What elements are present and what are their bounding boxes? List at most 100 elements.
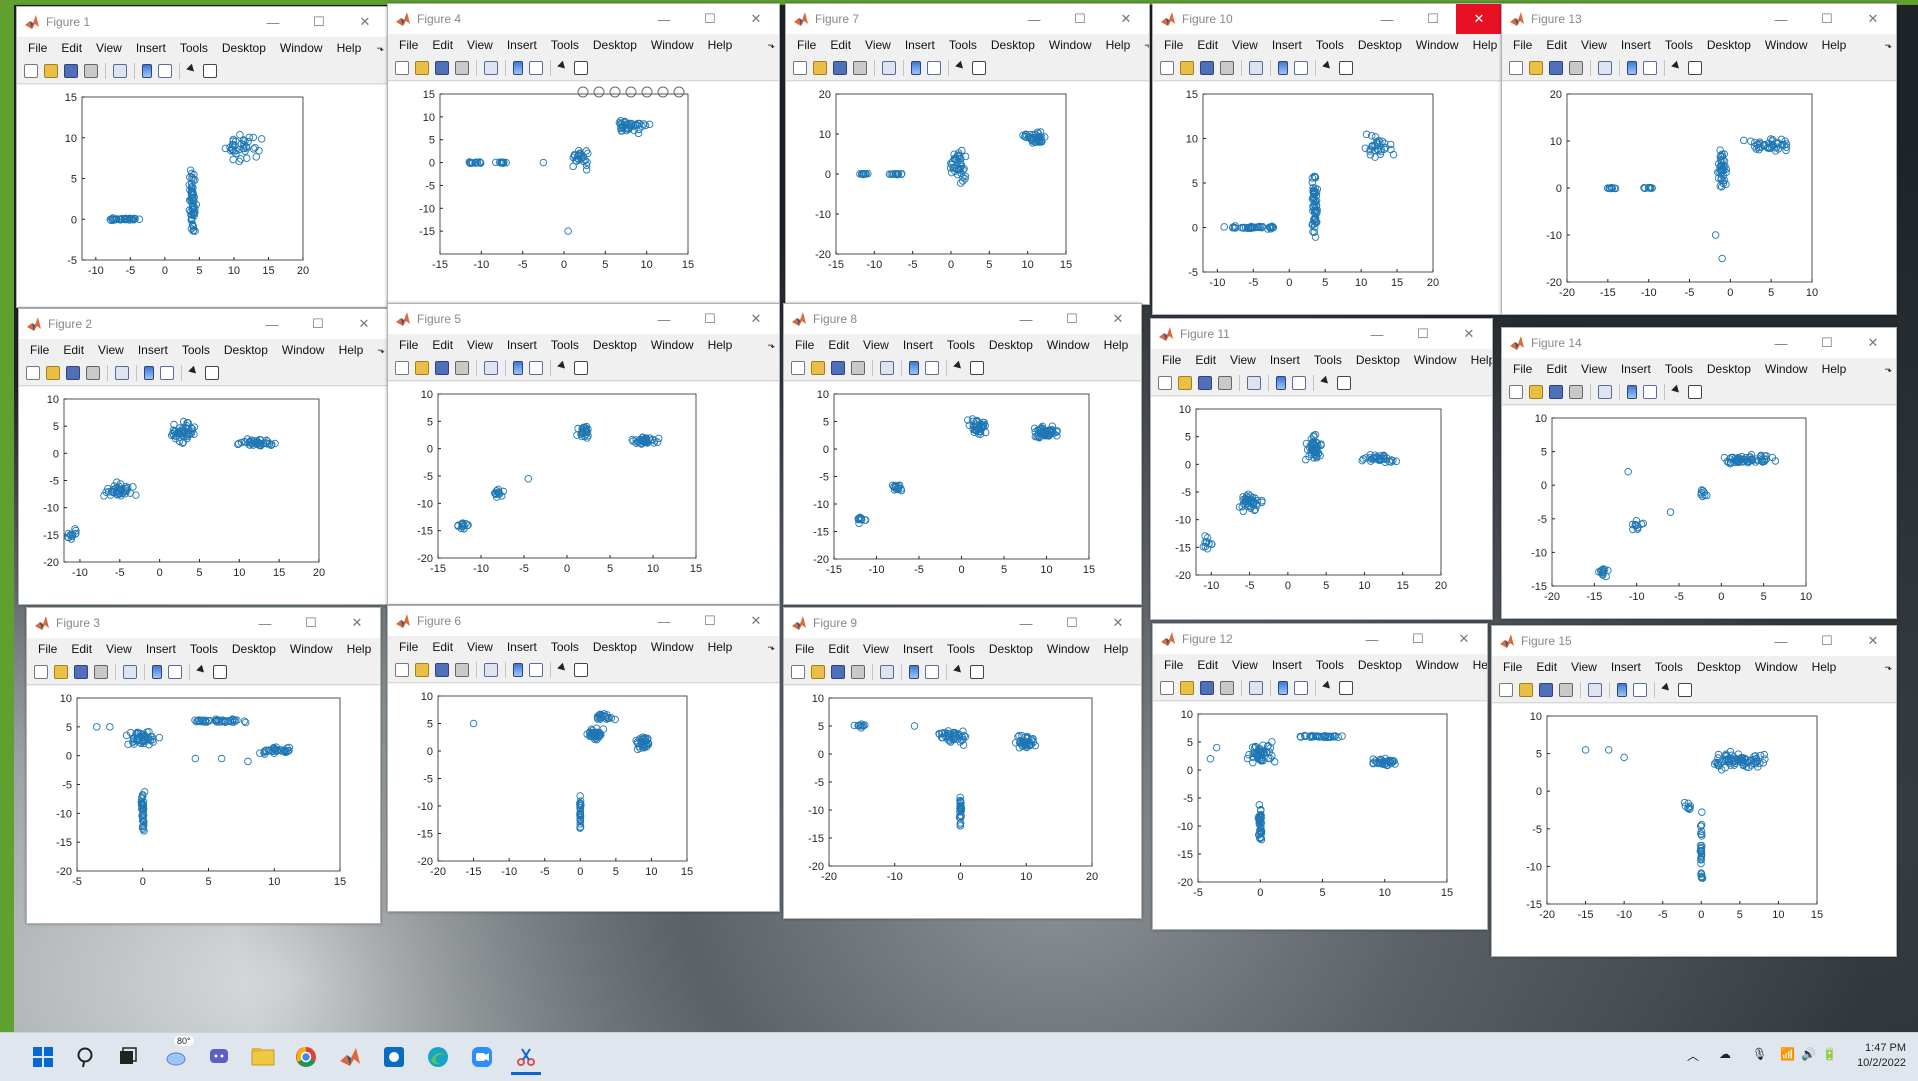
menu-item[interactable]: Window bbox=[1040, 642, 1097, 656]
close-button[interactable]: ✕ bbox=[334, 608, 380, 638]
figure-window[interactable]: Figure 7 — ☐ ✕ File Edit View Insert Tools De… bbox=[785, 3, 1150, 305]
minimize-button[interactable]: — bbox=[641, 606, 687, 636]
print-icon[interactable] bbox=[94, 665, 108, 679]
menu-item[interactable]: Window bbox=[1758, 38, 1815, 52]
menu-item[interactable]: Window bbox=[273, 41, 330, 55]
print-icon[interactable] bbox=[1569, 61, 1583, 75]
menu-item[interactable]: Window bbox=[1748, 660, 1805, 674]
open-file-icon[interactable] bbox=[1519, 683, 1533, 697]
figure-window[interactable]: Figure 1 — ☐ ✕ File Edit View Insert Tools De… bbox=[16, 6, 389, 308]
start-icon[interactable] bbox=[28, 1042, 58, 1072]
maximize-button[interactable]: ☐ bbox=[687, 304, 733, 334]
volume-icon[interactable]: 🔊 bbox=[1801, 1047, 1816, 1061]
title-bar[interactable]: Figure 3 — ☐ ✕ bbox=[27, 608, 380, 638]
menu-item[interactable]: Tools bbox=[1648, 660, 1690, 674]
new-figure-icon[interactable] bbox=[395, 361, 409, 375]
new-figure-icon[interactable] bbox=[1160, 681, 1174, 695]
legend-icon[interactable] bbox=[1643, 385, 1657, 399]
menu-item[interactable]: File bbox=[1157, 658, 1190, 672]
edit-plot-icon[interactable] bbox=[187, 64, 197, 78]
print-icon[interactable] bbox=[86, 366, 100, 380]
new-figure-icon[interactable] bbox=[1509, 61, 1523, 75]
menu-item[interactable]: View bbox=[89, 41, 129, 55]
close-button[interactable]: ✕ bbox=[1095, 608, 1141, 638]
new-figure-icon[interactable] bbox=[1158, 376, 1172, 390]
menu-item[interactable]: Edit bbox=[56, 343, 91, 357]
snipping-tool-icon[interactable] bbox=[511, 1042, 541, 1075]
save-icon[interactable] bbox=[64, 64, 78, 78]
menu-item[interactable]: View bbox=[460, 38, 500, 52]
maximize-button[interactable]: ☐ bbox=[687, 606, 733, 636]
menu-item[interactable]: Help bbox=[340, 642, 379, 656]
menu-item[interactable]: File bbox=[1506, 362, 1539, 376]
colorbar-icon[interactable] bbox=[513, 663, 523, 677]
figure-canvas[interactable]: -15 -10 -5 0 5 10 15 -20 -10 0 10 20 bbox=[786, 82, 1149, 304]
figure-window[interactable]: Figure 6 — ☐ ✕ File Edit View Insert Tools De… bbox=[387, 605, 780, 912]
close-button[interactable]: ✕ bbox=[1095, 304, 1141, 334]
search-icon[interactable] bbox=[71, 1042, 101, 1072]
minimize-button[interactable]: — bbox=[242, 608, 288, 638]
menu-item[interactable]: Help bbox=[1099, 38, 1138, 52]
close-button[interactable]: ✕ bbox=[1456, 4, 1502, 34]
link-plot-icon[interactable] bbox=[1249, 681, 1263, 695]
minimize-button[interactable]: — bbox=[641, 4, 687, 34]
menu-item[interactable]: View bbox=[1225, 658, 1265, 672]
print-icon[interactable] bbox=[851, 665, 865, 679]
menu-item[interactable]: Insert bbox=[500, 640, 544, 654]
title-bar[interactable]: Figure 10 — ☐ ✕ bbox=[1153, 4, 1502, 34]
maximize-button[interactable]: ☐ bbox=[1410, 4, 1456, 34]
print-icon[interactable] bbox=[84, 64, 98, 78]
menu-item[interactable]: Edit bbox=[425, 338, 460, 352]
microphone-icon[interactable]: 🎙 bbox=[1752, 1047, 1767, 1061]
menu-overflow-icon[interactable]: ⬎ bbox=[1877, 364, 1896, 375]
new-figure-icon[interactable] bbox=[791, 665, 805, 679]
save-icon[interactable] bbox=[66, 366, 80, 380]
link-plot-icon[interactable] bbox=[123, 665, 137, 679]
close-button[interactable]: ✕ bbox=[1850, 328, 1896, 358]
print-icon[interactable] bbox=[851, 361, 865, 375]
onedrive-icon[interactable]: ☁ bbox=[1719, 1047, 1731, 1061]
menu-item[interactable]: Tools bbox=[1658, 362, 1700, 376]
property-inspector-icon[interactable] bbox=[205, 366, 219, 380]
menu-item[interactable]: Insert bbox=[500, 38, 544, 52]
link-plot-icon[interactable] bbox=[484, 663, 498, 677]
menu-item[interactable]: Help bbox=[701, 640, 740, 654]
edit-plot-icon[interactable] bbox=[954, 361, 964, 375]
menu-item[interactable]: Window bbox=[275, 343, 332, 357]
title-bar[interactable]: Figure 15 — ☐ ✕ bbox=[1492, 626, 1896, 656]
open-file-icon[interactable] bbox=[811, 361, 825, 375]
maximize-button[interactable]: ☐ bbox=[1400, 319, 1446, 349]
close-button[interactable]: ✕ bbox=[733, 4, 779, 34]
menu-item[interactable]: View bbox=[1223, 353, 1263, 367]
maximize-button[interactable]: ☐ bbox=[1804, 328, 1850, 358]
minimize-button[interactable]: — bbox=[1003, 608, 1049, 638]
figure-window[interactable]: Figure 8 — ☐ ✕ File Edit View Insert Tools De… bbox=[783, 303, 1142, 605]
menu-item[interactable]: File bbox=[790, 38, 823, 52]
legend-icon[interactable] bbox=[1292, 376, 1306, 390]
link-plot-icon[interactable] bbox=[880, 665, 894, 679]
property-inspector-icon[interactable] bbox=[1678, 683, 1692, 697]
colorbar-icon[interactable] bbox=[513, 361, 523, 375]
menu-item[interactable]: Window bbox=[1407, 353, 1464, 367]
menu-item[interactable]: Desktop bbox=[215, 41, 273, 55]
menu-item[interactable]: Edit bbox=[821, 338, 856, 352]
open-file-icon[interactable] bbox=[46, 366, 60, 380]
figure-window[interactable]: Figure 11 — ☐ ✕ File Edit View Insert Tools D… bbox=[1150, 318, 1493, 620]
maximize-button[interactable]: ☐ bbox=[1804, 4, 1850, 34]
menu-item[interactable]: Window bbox=[1409, 658, 1466, 672]
menu-item[interactable]: Insert bbox=[1614, 362, 1658, 376]
print-icon[interactable] bbox=[853, 61, 867, 75]
save-icon[interactable] bbox=[1549, 61, 1563, 75]
print-icon[interactable] bbox=[1220, 61, 1234, 75]
menu-item[interactable]: Help bbox=[701, 38, 740, 52]
property-inspector-icon[interactable] bbox=[574, 663, 588, 677]
minimize-button[interactable]: — bbox=[249, 309, 295, 339]
link-plot-icon[interactable] bbox=[880, 361, 894, 375]
link-plot-icon[interactable] bbox=[1598, 385, 1612, 399]
edit-plot-icon[interactable] bbox=[558, 361, 568, 375]
menu-item[interactable]: Help bbox=[1466, 38, 1502, 52]
title-bar[interactable]: Figure 12 — ☐ ✕ bbox=[1153, 624, 1487, 654]
menu-item[interactable]: File bbox=[23, 343, 56, 357]
menu-item[interactable]: Tools bbox=[1307, 353, 1349, 367]
new-figure-icon[interactable] bbox=[1160, 61, 1174, 75]
